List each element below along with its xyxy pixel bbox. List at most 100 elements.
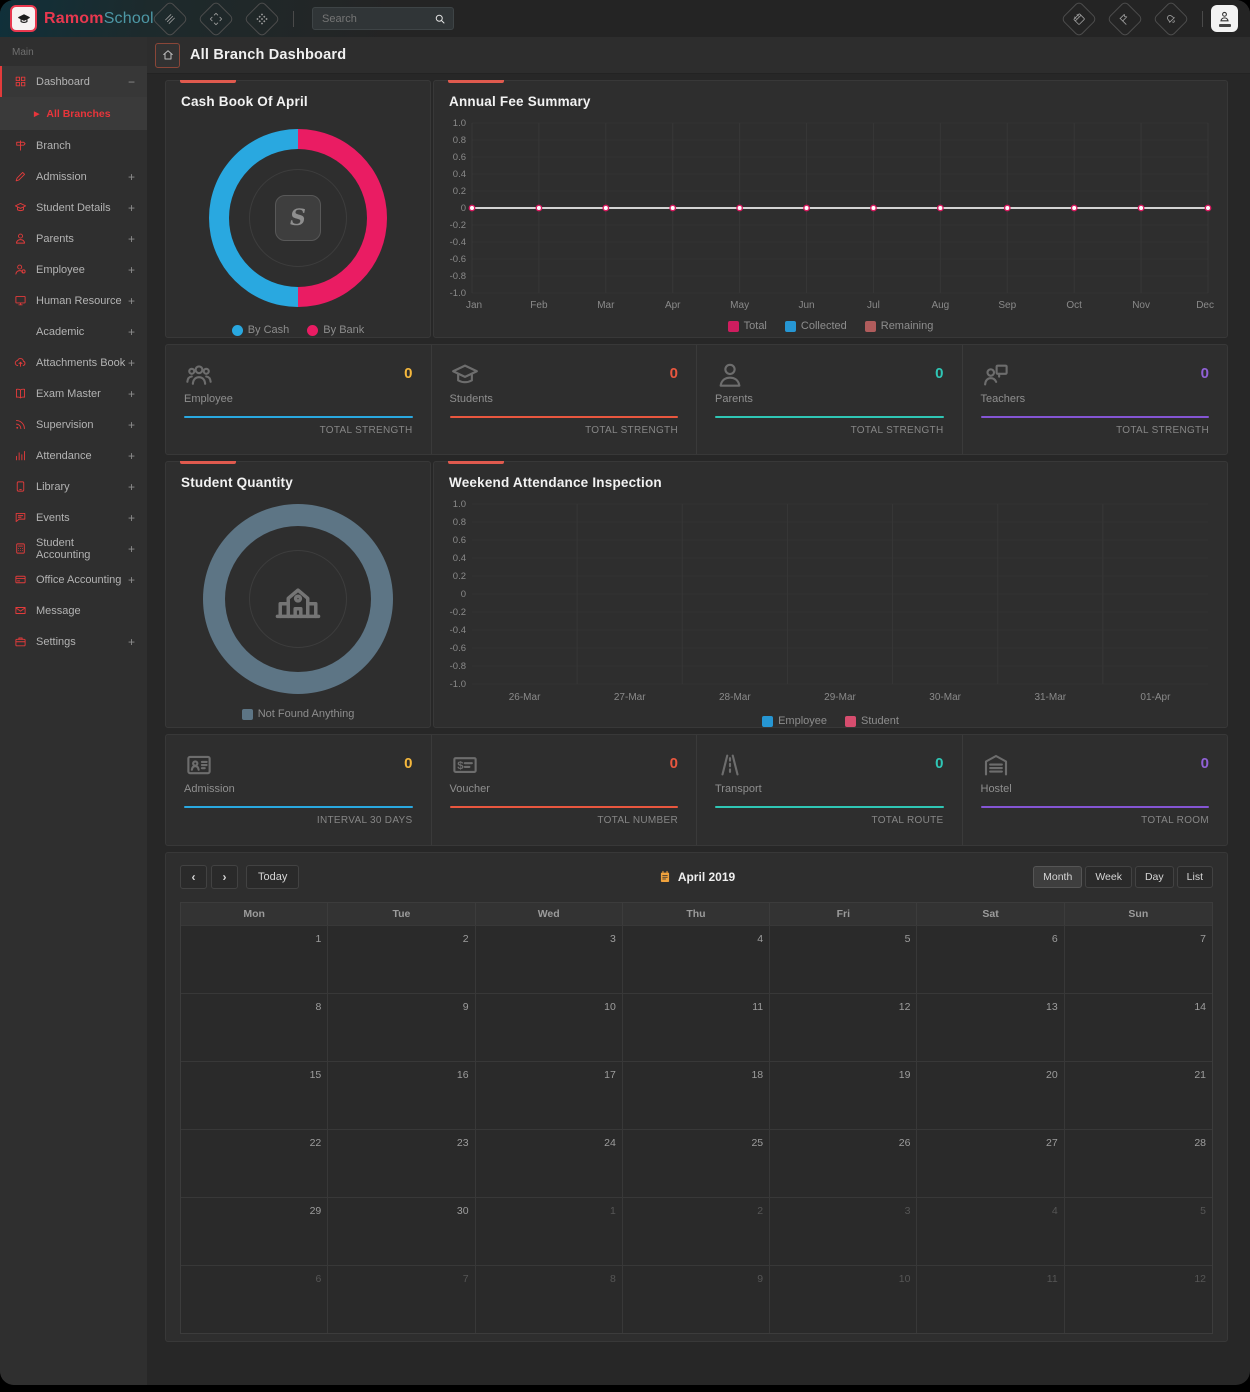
calendar-date: 28 [1194,1137,1206,1149]
calendar-day-cell[interactable]: 12 [770,993,917,1061]
search-input[interactable] [320,12,434,26]
calendar-day-cell[interactable]: 26 [770,1129,917,1197]
calendar-day-cell[interactable]: 2 [328,925,475,993]
calendar-day-cell[interactable]: 27 [917,1129,1064,1197]
legend-item-not-found-anything[interactable]: Not Found Anything [242,708,355,720]
calendar-day-cell[interactable]: 17 [476,1061,623,1129]
calendar-day-cell[interactable]: 18 [623,1061,770,1129]
cash-book-donut-chart: S [209,129,387,307]
calendar-next-button[interactable]: › [211,865,238,889]
stat-value: 0 [1201,755,1209,772]
sidebar-item-academic[interactable]: Academic+ [0,316,147,347]
legend-item-student[interactable]: Student [845,715,899,727]
calendar-day-cell[interactable]: 24 [476,1129,623,1197]
svg-text:0.4: 0.4 [453,553,466,564]
calendar-today-button[interactable]: Today [246,865,299,889]
calendar-day-cell[interactable]: 30 [328,1197,475,1265]
calendar-day-cell[interactable]: 8 [476,1265,623,1333]
calendar-day-cell[interactable]: 11 [917,1265,1064,1333]
legend-item-by-cash[interactable]: By Cash [232,324,290,336]
calendar-day-cell[interactable]: 7 [328,1265,475,1333]
menu-button[interactable] [152,0,189,37]
sidebar-item-exam-master[interactable]: Exam Master+ [0,378,147,409]
sidebar-item-student-accounting[interactable]: Student Accounting+ [0,533,147,564]
calendar-day-cell[interactable]: 5 [1065,1197,1212,1265]
calendar-day-cell[interactable]: 3 [770,1197,917,1265]
apps-button[interactable] [244,0,281,37]
sidebar-item-office-accounting[interactable]: Office Accounting+ [0,564,147,595]
legend-label: Not Found Anything [258,708,355,720]
sidebar-item-message[interactable]: Message [0,595,147,626]
sidebar-item-human-resource[interactable]: Human Resource+ [0,285,147,316]
calendar-day-cell[interactable]: 2 [623,1197,770,1265]
legend-item-collected[interactable]: Collected [785,320,847,332]
sidebar-subitem-all-branches[interactable]: ▶All Branches [0,97,147,130]
calendar-day-cell[interactable]: 1 [181,925,328,993]
calendar-day-cell[interactable]: 25 [623,1129,770,1197]
home-button[interactable] [155,43,180,68]
calendar-day-cell[interactable]: 1 [476,1197,623,1265]
page-header: All Branch Dashboard [147,37,1250,74]
calendar-view-day-button[interactable]: Day [1135,866,1174,888]
fullscreen-button[interactable] [198,0,235,37]
sidebar-item-supervision[interactable]: Supervision+ [0,409,147,440]
calendar-day-cell[interactable]: 7 [1065,925,1212,993]
calendar-day-cell[interactable]: 3 [476,925,623,993]
calendar-day-cell[interactable]: 11 [623,993,770,1061]
legend-item-total[interactable]: Total [728,320,767,332]
bell-button[interactable] [1153,0,1190,37]
calendar-day-cell[interactable]: 10 [476,993,623,1061]
sidebar-item-employee[interactable]: Employee+ [0,254,147,285]
calendar-day-cell[interactable]: 10 [770,1265,917,1333]
calendar-day-cell[interactable]: 21 [1065,1061,1212,1129]
sidebar-item-settings[interactable]: Settings+ [0,626,147,657]
calendar-button[interactable] [1061,0,1098,37]
calendar-day-cell[interactable]: 13 [917,993,1064,1061]
calendar-date: 6 [315,1273,321,1285]
svg-text:0.6: 0.6 [453,535,466,546]
calendar-week-row: 15161718 19 2021 [181,1061,1212,1129]
calendar-day-cell[interactable]: 6 [181,1265,328,1333]
legend-item-employee[interactable]: Employee [762,715,827,727]
sidebar-item-attendance[interactable]: Attendance+ [0,440,147,471]
sidebar-item-label: Supervision [36,419,93,431]
calendar-day-cell[interactable]: 29 [181,1197,328,1265]
calendar-day-cell[interactable]: 9 [328,993,475,1061]
calendar-day-cell[interactable]: 16 [328,1061,475,1129]
sidebar-item-branch[interactable]: Branch [0,130,147,161]
user-avatar[interactable] [1211,5,1238,32]
sidebar-item-library[interactable]: Library+ [0,471,147,502]
calendar-view-list-button[interactable]: List [1177,866,1213,888]
calendar-day-cell[interactable]: 6 [917,925,1064,993]
topbar-left-icons [147,6,285,32]
calendar-day-cell[interactable]: 4 [917,1197,1064,1265]
search-icon[interactable] [434,13,446,25]
calendar-view-week-button[interactable]: Week [1085,866,1132,888]
legend-item-remaining[interactable]: Remaining [865,320,934,332]
calendar-day-cell[interactable]: 28 [1065,1129,1212,1197]
sidebar-item-admission[interactable]: Admission+ [0,161,147,192]
calendar-date: 19 [899,1069,911,1081]
calendar-day-cell[interactable]: 23 [328,1129,475,1197]
calendar-day-cell[interactable]: 22 [181,1129,328,1197]
calendar-day-cell[interactable]: 20 [917,1061,1064,1129]
calendar-day-cell[interactable]: 14 [1065,993,1212,1061]
calendar-day-cell[interactable]: 12 [1065,1265,1212,1333]
calendar-day-cell[interactable]: 4 [623,925,770,993]
calendar-day-cell[interactable]: 15 [181,1061,328,1129]
flag-button[interactable] [1107,0,1144,37]
sidebar-item-attachments-book[interactable]: Attachments Book+ [0,347,147,378]
calendar-day-headers: MonTueWedThuFriSatSun [181,903,1212,925]
calendar-prev-button[interactable]: ‹ [180,865,207,889]
sidebar-item-events[interactable]: Events+ [0,502,147,533]
calendar-day-cell[interactable]: 8 [181,993,328,1061]
calendar-day-cell[interactable]: 9 [623,1265,770,1333]
sidebar-item-student-details[interactable]: Student Details+ [0,192,147,223]
calendar-day-cell[interactable]: 19 [770,1061,917,1129]
sidebar-item-parents[interactable]: Parents+ [0,223,147,254]
svg-text:27-Mar: 27-Mar [614,692,646,703]
sidebar-item-dashboard[interactable]: Dashboard− [0,66,147,97]
calendar-view-month-button[interactable]: Month [1033,866,1082,888]
legend-item-by-bank[interactable]: By Bank [307,324,364,336]
calendar-day-cell[interactable]: 5 [770,925,917,993]
